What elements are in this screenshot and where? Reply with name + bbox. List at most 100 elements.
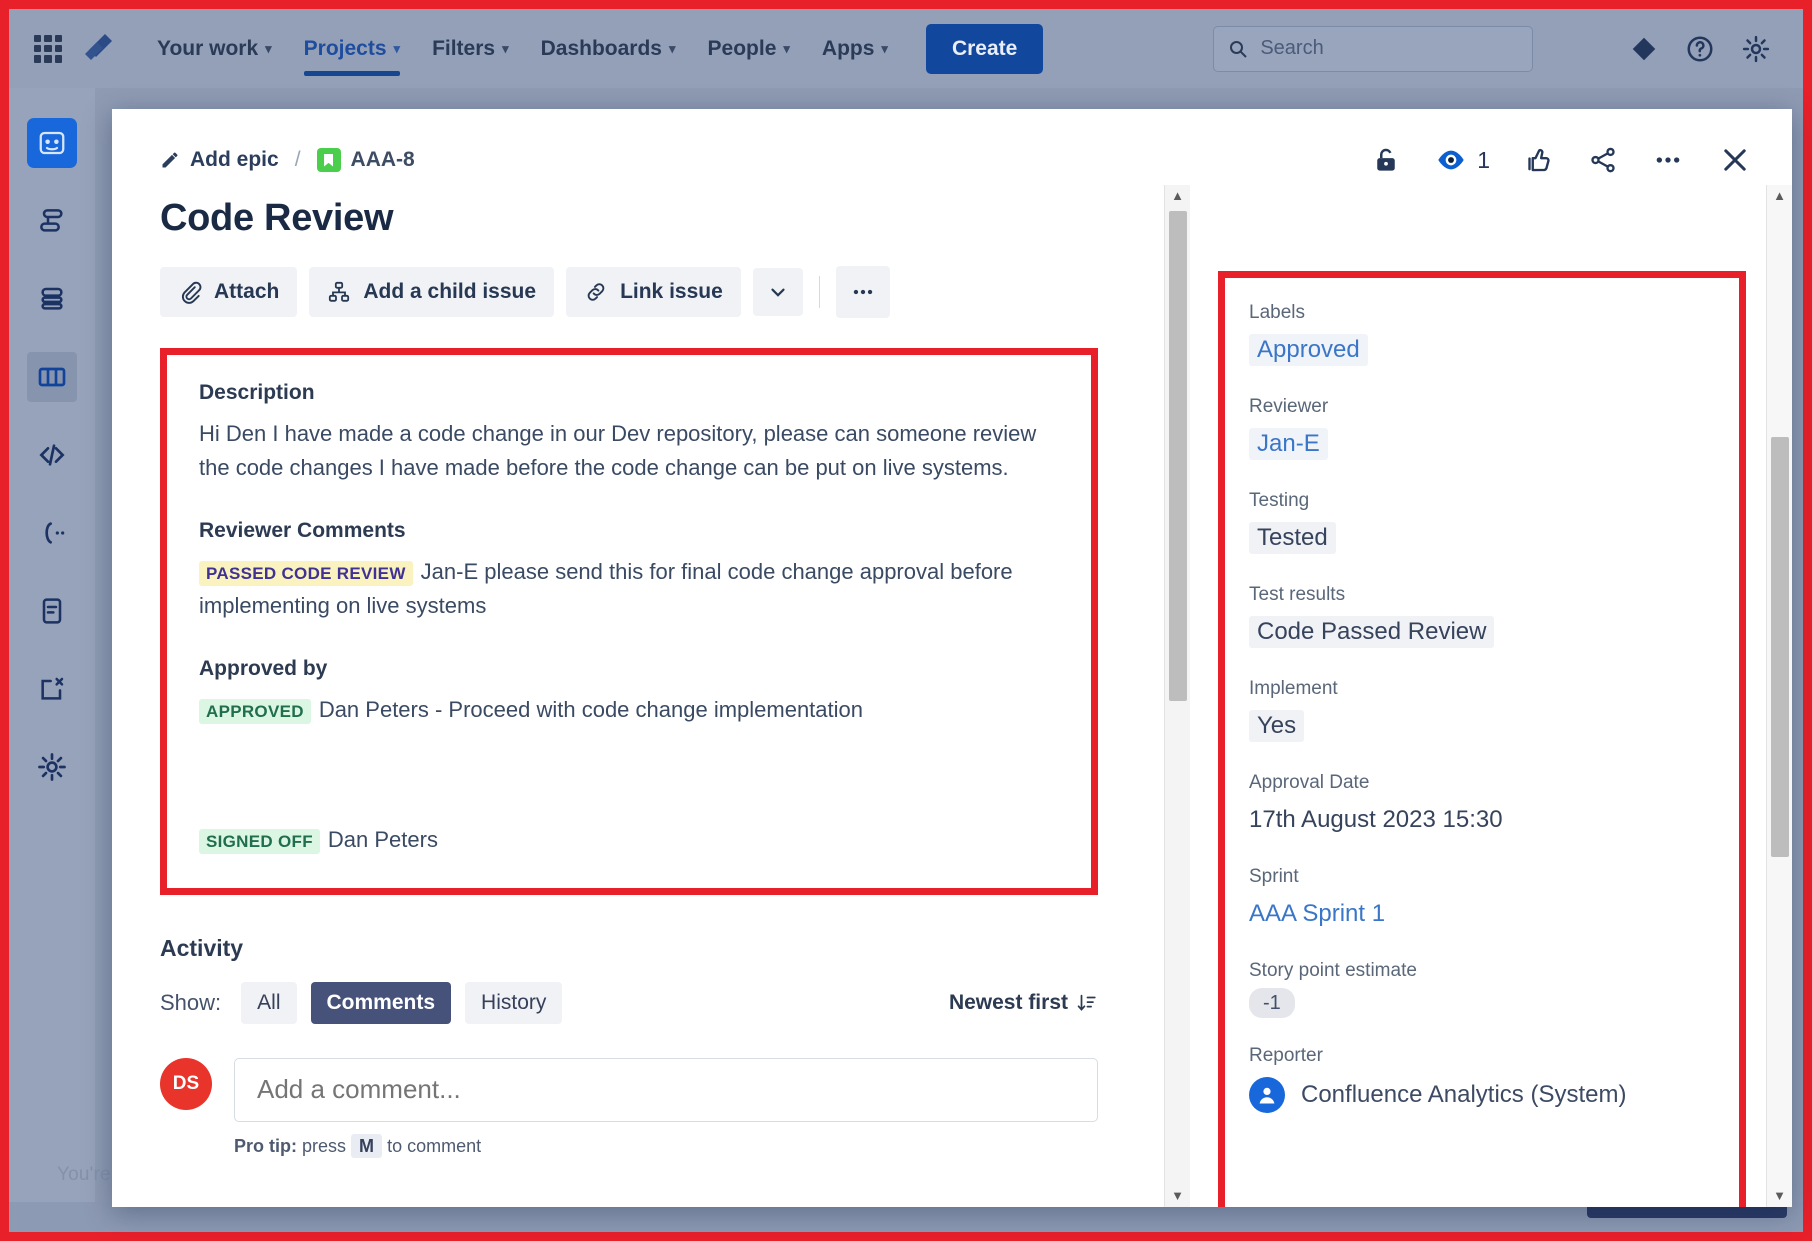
scrollbar-thumb[interactable]: [1169, 211, 1187, 701]
sidebar-item-project-pages[interactable]: [27, 586, 77, 636]
notifications-icon[interactable]: [1629, 34, 1659, 64]
fields-column-scrollbar[interactable]: ▲ ▼: [1766, 185, 1792, 1207]
nav-people[interactable]: People ▾: [692, 9, 806, 88]
signed-off-badge: SIGNED OFF: [199, 829, 320, 854]
sidebar-item-deployments[interactable]: [27, 508, 77, 558]
sidebar-item-project-settings[interactable]: [27, 742, 77, 792]
comment-input[interactable]: [257, 1074, 1075, 1105]
attach-button[interactable]: Attach: [160, 267, 297, 317]
avatar[interactable]: DS: [160, 1058, 212, 1110]
reporter-row[interactable]: Confluence Analytics (System): [1249, 1077, 1739, 1113]
activity-heading: Activity: [160, 935, 1098, 962]
nav-projects[interactable]: Projects ▾: [288, 9, 416, 88]
field-test-results-label: Test results: [1249, 584, 1739, 606]
field-implement-label: Implement: [1249, 678, 1739, 700]
issue-main-column: Code Review Attach: [112, 185, 1190, 1207]
help-icon[interactable]: [1685, 34, 1715, 64]
sidebar-item-board[interactable]: [27, 352, 77, 402]
activity-sort-toggle[interactable]: Newest first: [949, 991, 1098, 1015]
nav-your-work[interactable]: Your work ▾: [141, 9, 288, 88]
child-issue-icon: [327, 280, 351, 304]
jira-logo-icon[interactable]: [79, 32, 115, 66]
search-input[interactable]: [1260, 37, 1518, 60]
description-text[interactable]: Hi Den I have made a code change in our …: [199, 417, 1059, 485]
field-sprint: Sprint AAA Sprint 1: [1249, 866, 1739, 930]
field-test-results: Test results Code Passed Review: [1249, 584, 1739, 648]
nav-people-label: People: [708, 37, 777, 61]
chevron-down-icon: ▾: [881, 41, 888, 57]
activity-filter-comments[interactable]: Comments: [311, 982, 452, 1024]
sidebar-item-project-avatar[interactable]: [27, 118, 77, 168]
field-testing-label: Testing: [1249, 490, 1739, 512]
nav-your-work-label: Your work: [157, 37, 258, 61]
pro-tip-prefix: Pro tip:: [234, 1136, 297, 1156]
nav-filters-label: Filters: [432, 37, 495, 61]
field-testing-value[interactable]: Tested: [1249, 522, 1336, 554]
thumbs-up-icon[interactable]: [1524, 145, 1554, 175]
nav-filters[interactable]: Filters ▾: [416, 9, 525, 88]
settings-gear-icon[interactable]: [1741, 34, 1771, 64]
link-issue-label: Link issue: [620, 280, 723, 304]
sidebar-item-roadmap[interactable]: [27, 196, 77, 246]
field-implement-value[interactable]: Yes: [1249, 710, 1304, 742]
top-navigation-bar: Your work ▾ Projects ▾ Filters ▾ Dashboa…: [9, 9, 1803, 88]
project-sidebar-rail: [9, 88, 95, 1232]
scroll-up-arrow-icon[interactable]: ▲: [1171, 185, 1184, 207]
more-actions-icon: [850, 279, 876, 305]
scrollbar-thumb[interactable]: [1771, 437, 1789, 857]
field-labels-value[interactable]: Approved: [1249, 334, 1368, 366]
link-issue-button[interactable]: Link issue: [566, 267, 741, 317]
issue-more-actions-button[interactable]: [836, 266, 890, 318]
pro-tip-text: Pro tip: press M to comment: [234, 1136, 1098, 1157]
nav-dashboards[interactable]: Dashboards ▾: [525, 9, 692, 88]
share-icon[interactable]: [1588, 145, 1618, 175]
chevron-down-icon: ▾: [394, 41, 401, 57]
attach-label: Attach: [214, 280, 279, 304]
field-implement: Implement Yes: [1249, 678, 1739, 742]
actions-dropdown-button[interactable]: [753, 268, 803, 316]
main-content-scrollbar[interactable]: ▲ ▼: [1164, 185, 1190, 1207]
activity-filter-row: Show: All Comments History Newest first: [160, 982, 1098, 1024]
comment-input-wrapper[interactable]: [234, 1058, 1098, 1122]
field-reporter-value: Confluence Analytics (System): [1301, 1081, 1626, 1109]
chevron-down-icon: [767, 281, 789, 303]
field-story-point-estimate-value[interactable]: -1: [1249, 988, 1295, 1018]
grid-apps-icon[interactable]: [31, 32, 65, 66]
activity-filter-history[interactable]: History: [465, 982, 562, 1024]
sort-descending-icon: [1076, 992, 1098, 1014]
scroll-down-arrow-icon[interactable]: ▼: [1171, 1185, 1184, 1207]
watch-eye-icon[interactable]: 1: [1435, 144, 1490, 176]
unlock-icon[interactable]: [1371, 145, 1401, 175]
more-actions-icon[interactable]: [1652, 144, 1684, 176]
scroll-down-arrow-icon[interactable]: ▼: [1773, 1185, 1786, 1207]
create-button[interactable]: Create: [926, 24, 1043, 74]
search-box[interactable]: [1213, 26, 1533, 72]
field-test-results-value[interactable]: Code Passed Review: [1249, 616, 1494, 648]
sidebar-item-add-shortcut[interactable]: [27, 664, 77, 714]
pro-tip-key: M: [351, 1134, 382, 1158]
field-sprint-value[interactable]: AAA Sprint 1: [1249, 898, 1393, 930]
story-icon: [317, 148, 341, 172]
pencil-icon: [160, 150, 180, 170]
reviewer-comments-line: PASSED CODE REVIEWJan-E please send this…: [199, 555, 1059, 623]
scroll-up-arrow-icon[interactable]: ▲: [1773, 185, 1786, 207]
sidebar-item-code[interactable]: [27, 430, 77, 480]
fields-annotation-box: Labels Approved Reviewer Jan-E Testing T…: [1218, 271, 1746, 1207]
nav-apps[interactable]: Apps ▾: [806, 9, 904, 88]
issue-key-label: AAA-8: [351, 148, 415, 172]
nav-projects-label: Projects: [304, 37, 387, 61]
add-epic-button[interactable]: Add epic: [160, 148, 279, 172]
issue-key-link[interactable]: AAA-8: [317, 148, 415, 172]
approved-badge: APPROVED: [199, 699, 311, 724]
activity-filter-all[interactable]: All: [241, 982, 296, 1024]
field-reviewer-value[interactable]: Jan-E: [1249, 428, 1328, 460]
add-child-issue-button[interactable]: Add a child issue: [309, 267, 554, 317]
field-approval-date-value[interactable]: 17th August 2023 15:30: [1249, 804, 1511, 836]
sidebar-item-backlog[interactable]: [27, 274, 77, 324]
chevron-down-icon: ▾: [502, 41, 509, 57]
issue-detail-modal: Add epic / AAA-8: [112, 109, 1792, 1207]
close-icon[interactable]: [1718, 143, 1752, 177]
issue-action-buttons: Attach Add a child issue: [160, 266, 1190, 318]
field-story-point-estimate: Story point estimate -1: [1249, 960, 1739, 1015]
field-labels: Labels Approved: [1249, 302, 1739, 366]
